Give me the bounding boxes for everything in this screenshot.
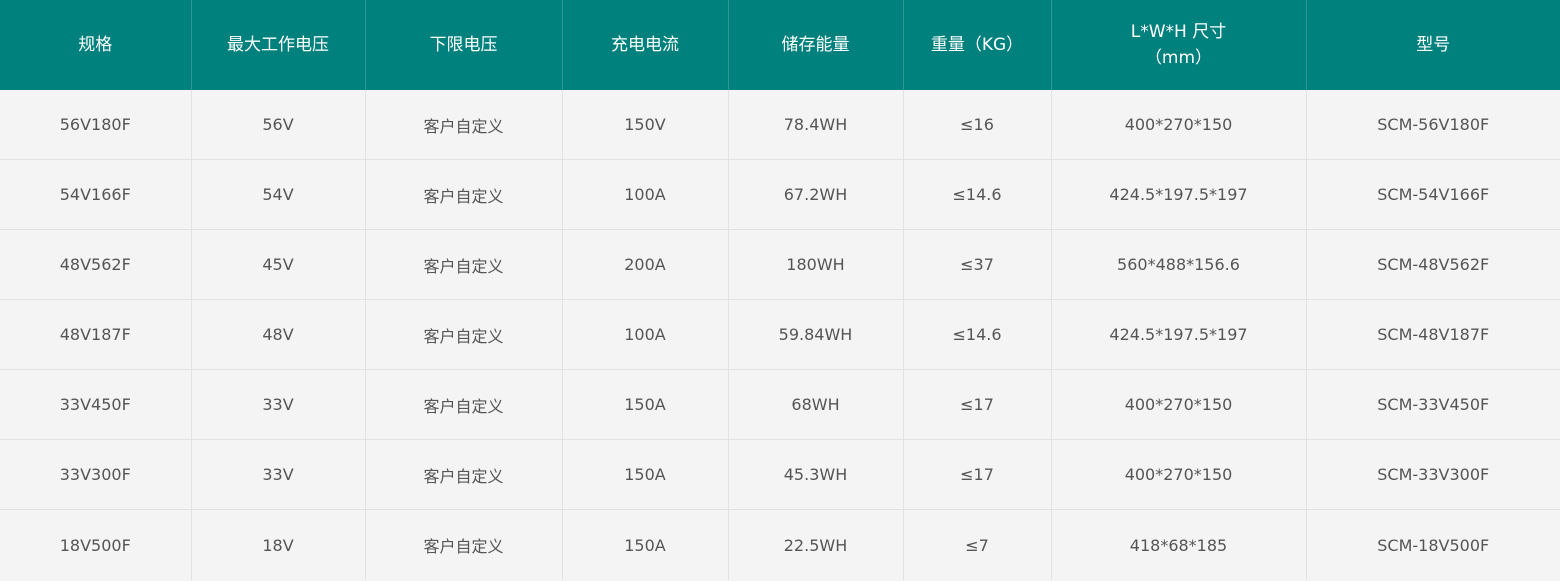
- header-dimensions: L*W*H 尺寸 （mm）: [1051, 0, 1307, 90]
- cell-charge-current: 100A: [562, 299, 729, 370]
- cell-max-voltage: 18V: [191, 509, 366, 580]
- cell-weight: ≤7: [903, 509, 1052, 580]
- cell-model: SCM-56V180F: [1306, 90, 1560, 160]
- cell-dimensions: 424.5*197.5*197: [1051, 159, 1307, 230]
- cell-stored-energy: 59.84WH: [728, 299, 904, 370]
- header-row: 规格 最大工作电压 下限电压 充电电流 储存能量 重量（KG） L*W*H 尺寸…: [0, 0, 1560, 90]
- header-dimensions-line1: L*W*H 尺寸: [1130, 22, 1227, 42]
- spec-table: 规格 最大工作电压 下限电压 充电电流 储存能量 重量（KG） L*W*H 尺寸…: [0, 0, 1560, 580]
- cell-stored-energy: 180WH: [728, 229, 904, 300]
- cell-model: SCM-54V166F: [1306, 159, 1560, 230]
- cell-spec: 33V300F: [0, 439, 192, 510]
- cell-charge-current: 150A: [562, 369, 729, 440]
- cell-max-voltage: 33V: [191, 369, 366, 440]
- header-dimensions-line2: （mm）: [1144, 48, 1213, 68]
- table-header: 规格 最大工作电压 下限电压 充电电流 储存能量 重量（KG） L*W*H 尺寸…: [0, 0, 1560, 90]
- cell-weight: ≤14.6: [903, 299, 1052, 370]
- cell-weight: ≤17: [903, 369, 1052, 440]
- cell-min-voltage: 客户自定义: [365, 229, 563, 300]
- table-body: 56V180F 56V 客户自定义 150V 78.4WH ≤16 400*27…: [0, 90, 1560, 580]
- header-max-voltage: 最大工作电压: [191, 0, 366, 90]
- cell-spec: 33V450F: [0, 369, 192, 440]
- cell-weight: ≤14.6: [903, 159, 1052, 230]
- cell-min-voltage: 客户自定义: [365, 369, 563, 440]
- cell-min-voltage: 客户自定义: [365, 299, 563, 370]
- cell-dimensions: 400*270*150: [1051, 90, 1307, 160]
- cell-weight: ≤16: [903, 90, 1052, 160]
- cell-stored-energy: 22.5WH: [728, 509, 904, 580]
- cell-dimensions: 424.5*197.5*197: [1051, 299, 1307, 370]
- cell-max-voltage: 56V: [191, 90, 366, 160]
- cell-spec: 48V187F: [0, 299, 192, 370]
- cell-charge-current: 200A: [562, 229, 729, 300]
- cell-charge-current: 150V: [562, 90, 729, 160]
- cell-charge-current: 150A: [562, 509, 729, 580]
- cell-model: SCM-48V187F: [1306, 299, 1560, 370]
- cell-spec: 54V166F: [0, 159, 192, 230]
- cell-stored-energy: 67.2WH: [728, 159, 904, 230]
- cell-weight: ≤17: [903, 439, 1052, 510]
- cell-stored-energy: 45.3WH: [728, 439, 904, 510]
- header-stored-energy: 储存能量: [728, 0, 904, 90]
- header-spec: 规格: [0, 0, 192, 90]
- cell-min-voltage: 客户自定义: [365, 159, 563, 230]
- table-row: 33V450F 33V 客户自定义 150A 68WH ≤17 400*270*…: [0, 369, 1560, 440]
- table-row: 54V166F 54V 客户自定义 100A 67.2WH ≤14.6 424.…: [0, 159, 1560, 230]
- cell-spec: 18V500F: [0, 509, 192, 580]
- cell-min-voltage: 客户自定义: [365, 509, 563, 580]
- table-row: 33V300F 33V 客户自定义 150A 45.3WH ≤17 400*27…: [0, 439, 1560, 510]
- table-row: 18V500F 18V 客户自定义 150A 22.5WH ≤7 418*68*…: [0, 509, 1560, 580]
- cell-spec: 48V562F: [0, 229, 192, 300]
- cell-model: SCM-18V500F: [1306, 509, 1560, 580]
- cell-stored-energy: 78.4WH: [728, 90, 904, 160]
- cell-model: SCM-48V562F: [1306, 229, 1560, 300]
- table-row: 56V180F 56V 客户自定义 150V 78.4WH ≤16 400*27…: [0, 90, 1560, 160]
- cell-charge-current: 150A: [562, 439, 729, 510]
- cell-model: SCM-33V450F: [1306, 369, 1560, 440]
- cell-max-voltage: 45V: [191, 229, 366, 300]
- cell-dimensions: 400*270*150: [1051, 439, 1307, 510]
- cell-dimensions: 400*270*150: [1051, 369, 1307, 440]
- cell-max-voltage: 54V: [191, 159, 366, 230]
- cell-spec: 56V180F: [0, 90, 192, 160]
- cell-weight: ≤37: [903, 229, 1052, 300]
- cell-min-voltage: 客户自定义: [365, 439, 563, 510]
- cell-charge-current: 100A: [562, 159, 729, 230]
- header-weight: 重量（KG）: [903, 0, 1052, 90]
- cell-dimensions: 418*68*185: [1051, 509, 1307, 580]
- cell-max-voltage: 48V: [191, 299, 366, 370]
- table-row: 48V187F 48V 客户自定义 100A 59.84WH ≤14.6 424…: [0, 299, 1560, 370]
- cell-max-voltage: 33V: [191, 439, 366, 510]
- header-charge-current: 充电电流: [562, 0, 729, 90]
- cell-model: SCM-33V300F: [1306, 439, 1560, 510]
- cell-stored-energy: 68WH: [728, 369, 904, 440]
- cell-dimensions: 560*488*156.6: [1051, 229, 1307, 300]
- header-model: 型号: [1306, 0, 1560, 90]
- table-row: 48V562F 45V 客户自定义 200A 180WH ≤37 560*488…: [0, 229, 1560, 300]
- header-min-voltage: 下限电压: [365, 0, 563, 90]
- cell-min-voltage: 客户自定义: [365, 90, 563, 160]
